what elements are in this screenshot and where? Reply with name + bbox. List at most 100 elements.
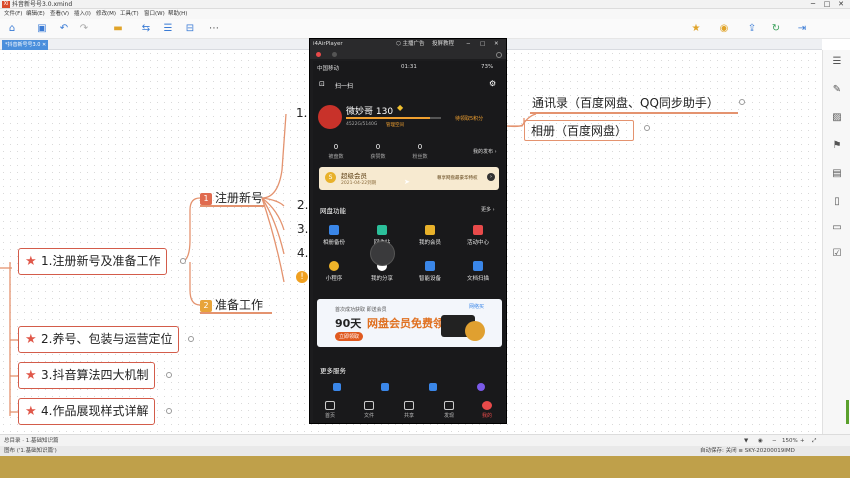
- avatar[interactable]: [318, 105, 342, 129]
- airplayer-window[interactable]: i4AirPlayer ⬡ 主播广告 投屏教程 − □ ✕ 中国移动 01:31…: [309, 38, 507, 424]
- service-icon[interactable]: [333, 383, 341, 391]
- phone-screen[interactable]: 中国移动 01:31 73% ⊡ 扫一扫 ⚙ 微妙哥 130 ◆ 4522G/5…: [313, 61, 505, 423]
- task-icon[interactable]: ☑: [831, 248, 843, 260]
- relationship-icon[interactable]: ☰: [162, 23, 174, 35]
- record-icon[interactable]: [316, 52, 321, 57]
- service-icon[interactable]: [477, 383, 485, 391]
- username[interactable]: 微妙哥 130: [346, 104, 393, 117]
- stat-fans[interactable]: 0 粉丝数: [407, 143, 433, 160]
- grid-smart-device[interactable]: 智能设备: [411, 261, 449, 282]
- minimize-icon[interactable]: −: [466, 39, 471, 50]
- minimize-button[interactable]: ─: [806, 0, 820, 9]
- menu-view[interactable]: 查看(V): [50, 9, 69, 19]
- collapse-toggle[interactable]: [739, 99, 745, 105]
- grid-activity[interactable]: 活动中心: [459, 225, 497, 246]
- image-icon[interactable]: ▨: [831, 112, 843, 124]
- scan-label[interactable]: 扫一扫: [335, 81, 353, 90]
- save-icon[interactable]: ▣: [36, 23, 48, 35]
- close-button[interactable]: ✕: [834, 0, 848, 9]
- stat-likes[interactable]: 0 获赞数: [365, 143, 391, 160]
- collapse-toggle[interactable]: [166, 372, 172, 378]
- banner-button[interactable]: 立即领取: [335, 332, 364, 341]
- tutorial-link[interactable]: 投屏教程: [432, 39, 454, 50]
- diamond-icon: [425, 225, 435, 235]
- promo-banner[interactable]: 首次成功获取 即送会员 90天 网盘会员免费领 立即领取 网络买: [317, 299, 502, 347]
- idea-icon[interactable]: ◉: [718, 23, 730, 35]
- assistive-touch-icon[interactable]: [370, 241, 395, 266]
- subtopic-register[interactable]: 1 注册新号: [200, 189, 263, 206]
- warning-icon: !: [296, 271, 308, 283]
- branch-algorithm[interactable]: ★ 3.抖音算法四大机制: [18, 362, 156, 389]
- undo-icon[interactable]: ↶: [58, 23, 70, 35]
- home-icon[interactable]: ⌂: [6, 23, 18, 35]
- subtopic-icon[interactable]: ⇆: [140, 23, 152, 35]
- menu-modify[interactable]: 修改(M): [96, 9, 116, 19]
- leaf-album[interactable]: 相册（百度网盘）: [524, 120, 635, 141]
- service-icon[interactable]: [381, 383, 389, 391]
- manage-space-link[interactable]: 管理空间: [386, 122, 404, 128]
- menu-insert[interactable]: 插入(I): [74, 9, 91, 19]
- collapse-toggle[interactable]: [188, 336, 194, 342]
- scan-icon[interactable]: ⊡: [319, 80, 325, 88]
- menu-tools[interactable]: 工具(T): [120, 9, 139, 19]
- scrollbar-thumb[interactable]: [846, 400, 849, 424]
- menu-file[interactable]: 文件(F): [4, 9, 22, 19]
- marker-icon[interactable]: ★: [690, 23, 702, 35]
- collapse-toggle[interactable]: [166, 408, 172, 414]
- nav-share[interactable]: 共享: [393, 401, 425, 419]
- partial-topic-3[interactable]: 3.: [297, 222, 308, 236]
- points-link[interactable]: 待领取5积分: [455, 115, 483, 122]
- branch-register-prepare[interactable]: ★ 1.注册新号及准备工作: [18, 248, 168, 275]
- collapse-toggle[interactable]: [644, 125, 650, 131]
- document-tab[interactable]: *抖音新号号3.0 ✕: [2, 40, 48, 50]
- format-icon[interactable]: ✎: [831, 84, 843, 96]
- more-icon[interactable]: ⋯: [208, 23, 220, 35]
- outline-icon[interactable]: ☰: [831, 56, 843, 68]
- partial-topic-2[interactable]: 2.: [297, 198, 308, 212]
- grid-doc-scan[interactable]: 文档扫描: [459, 261, 497, 282]
- menu-edit[interactable]: 编辑(E): [26, 9, 45, 19]
- subtopic-prepare[interactable]: 2 准备工作: [200, 296, 263, 313]
- grid-my-share[interactable]: 我的分享: [363, 241, 401, 282]
- maximize-icon[interactable]: □: [480, 39, 485, 50]
- leaf-contacts[interactable]: 通讯录（百度网盘、QQ同步助手）: [532, 94, 719, 111]
- settings-gear-icon[interactable]: ⚙: [489, 79, 496, 88]
- maximize-button[interactable]: □: [820, 0, 834, 9]
- ad-link[interactable]: ⬡ 主播广告: [396, 39, 425, 50]
- nav-files[interactable]: 文件: [353, 401, 385, 419]
- pan-more-link[interactable]: 更多 ›: [481, 206, 495, 213]
- grid-my-vip[interactable]: 我的会员: [411, 225, 449, 246]
- flag-icon[interactable]: ⚑: [831, 140, 843, 152]
- collapse-toggle[interactable]: [180, 258, 186, 264]
- notes-icon[interactable]: ▯: [831, 196, 843, 208]
- style-icon[interactable]: ▤: [831, 168, 843, 180]
- my-posts-link[interactable]: 我的发布 ›: [473, 148, 497, 155]
- service-icon[interactable]: [429, 383, 437, 391]
- folder-icon: [364, 401, 374, 410]
- branch-nurture-positioning[interactable]: ★ 2.养号、包装与运营定位: [18, 326, 180, 353]
- partial-topic-4[interactable]: 4.: [297, 246, 308, 260]
- vip-diamond-icon: ◆: [397, 103, 404, 112]
- share-icon[interactable]: ⇪: [746, 23, 758, 35]
- stat-saved[interactable]: 0 被盘数: [323, 143, 349, 160]
- priority-2-icon: 2: [200, 300, 212, 312]
- close-icon[interactable]: ✕: [494, 39, 499, 50]
- nav-home[interactable]: 首页: [314, 401, 346, 419]
- menu-help[interactable]: 帮助(H): [168, 9, 187, 19]
- menu-window[interactable]: 窗口(W): [144, 9, 165, 19]
- pause-icon[interactable]: [332, 52, 337, 57]
- nav-discover[interactable]: 发现: [433, 401, 465, 419]
- export-icon[interactable]: ⇥: [796, 23, 808, 35]
- banner-subtitle: 首次成功获取 即送会员: [335, 307, 387, 313]
- boundary-icon[interactable]: ⊟: [184, 23, 196, 35]
- topic-icon[interactable]: ▬: [112, 23, 124, 35]
- sync-icon[interactable]: ↻: [770, 23, 782, 35]
- nav-me[interactable]: 我的: [471, 401, 503, 419]
- redo-icon[interactable]: ↷: [78, 23, 90, 35]
- comment-icon[interactable]: ▭: [831, 222, 843, 234]
- grid-mini-program[interactable]: 小程序: [315, 261, 353, 282]
- branch-display-styles[interactable]: ★ 4.作品展现样式详解: [18, 398, 156, 425]
- partial-topic-1[interactable]: 1.: [296, 106, 307, 120]
- settings-icon[interactable]: [496, 52, 502, 58]
- grid-album-backup[interactable]: 相册备份: [315, 225, 353, 246]
